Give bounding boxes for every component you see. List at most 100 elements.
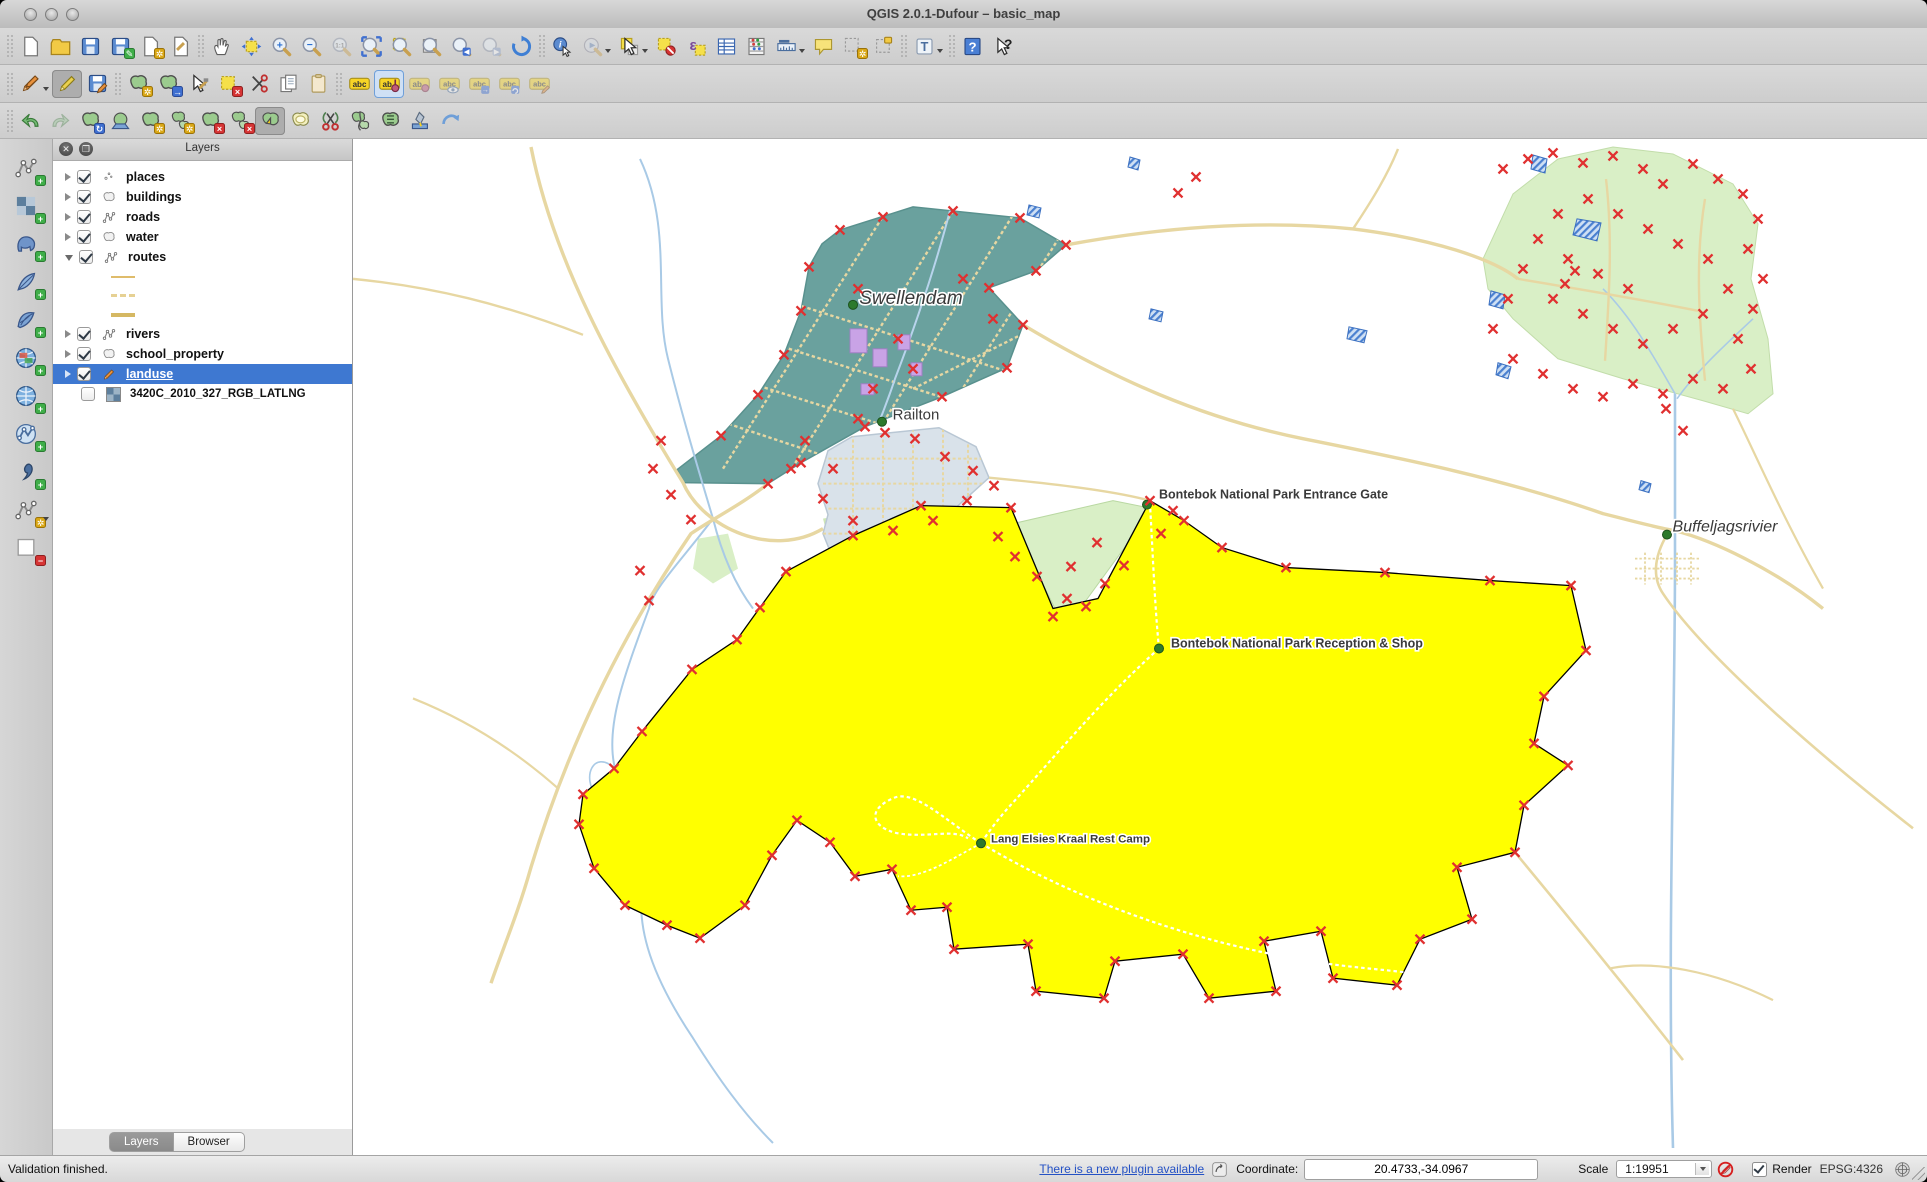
toolbar-handle[interactable] [538, 34, 545, 58]
layer-row-buildings[interactable]: buildings [53, 187, 352, 207]
remove-layer-button[interactable]: − [6, 529, 46, 567]
zoom-native-button[interactable]: 1:1 [326, 32, 356, 60]
layer-row-places[interactable]: places [53, 167, 352, 187]
add-postgis-layer-button[interactable]: + [6, 225, 46, 263]
layer-visibility-checkbox[interactable] [77, 210, 91, 224]
toolbar-handle[interactable] [6, 34, 13, 58]
title-bar[interactable]: QGIS 2.0.1-Dufour – basic_map [0, 0, 1927, 29]
zoom-last-button[interactable]: ◀ [446, 32, 476, 60]
label-layer-button[interactable]: abc [344, 70, 374, 98]
zoom-to-selection-button[interactable] [386, 32, 416, 60]
toolbar-handle[interactable] [948, 34, 955, 58]
tab-layers[interactable]: Layers [109, 1132, 174, 1152]
layer-visibility-checkbox[interactable] [77, 170, 91, 184]
deselect-features-button[interactable] [651, 32, 681, 60]
paste-features-button[interactable] [303, 70, 333, 98]
help-contents-button[interactable]: ? [957, 32, 987, 60]
layer-visibility-checkbox[interactable] [77, 367, 91, 381]
composer-manager-button[interactable] [165, 32, 195, 60]
current-edits-button[interactable] [15, 70, 45, 98]
layer-row-routes[interactable]: routes [53, 247, 352, 267]
whats-this-button[interactable]: ? [987, 32, 1017, 60]
copy-features-button[interactable] [273, 70, 303, 98]
map-tips-button[interactable] [808, 32, 838, 60]
add-part-button[interactable]: ✲ [165, 107, 195, 135]
open-attribute-table-button[interactable] [711, 32, 741, 60]
scale-dropdown-icon[interactable] [1695, 1163, 1709, 1175]
layer-row-roads[interactable]: roads [53, 207, 352, 227]
add-spatialite-layer-button[interactable]: + [6, 263, 46, 301]
expand-arrow-icon[interactable] [65, 330, 71, 338]
run-feature-action-button[interactable] [577, 32, 607, 60]
toolbar-handle[interactable] [335, 72, 342, 96]
save-project-as-button[interactable]: ✎ [105, 32, 135, 60]
zoom-next-button[interactable]: ▶ [476, 32, 506, 60]
cut-features-button[interactable] [243, 70, 273, 98]
rotate-label-button[interactable]: abc [494, 70, 524, 98]
highlight-pinned-labels-button[interactable]: ab [404, 70, 434, 98]
move-label-button[interactable]: abc→ [464, 70, 494, 98]
layer-visibility-checkbox[interactable] [77, 327, 91, 341]
select-by-expression-button[interactable]: ε [681, 32, 711, 60]
layer-row-rivers[interactable]: rivers [53, 324, 352, 344]
offset-curve-button[interactable] [435, 107, 465, 135]
expand-arrow-icon[interactable] [65, 193, 71, 201]
toolbar-handle[interactable] [114, 72, 121, 96]
add-feature-button[interactable]: ✲ [123, 70, 153, 98]
save-layer-edits-button[interactable] [82, 70, 112, 98]
undo-button[interactable] [15, 107, 45, 135]
layer-row-raster[interactable]: 3420C_2010_327_RGB_LATLNG [53, 384, 352, 404]
text-annotation-button[interactable]: T [909, 32, 939, 60]
expand-arrow-icon[interactable] [65, 213, 71, 221]
layers-panel-header[interactable]: ✕ ❐ Layers [53, 139, 352, 161]
change-label-properties-button[interactable]: abc [524, 70, 554, 98]
rotate-feature-button[interactable]: ↻ [75, 107, 105, 135]
node-tool-button[interactable] [183, 70, 213, 98]
measure-button[interactable] [771, 32, 801, 60]
pan-to-selection-button[interactable] [236, 32, 266, 60]
stop-render-icon[interactable] [1716, 1160, 1734, 1178]
map-canvas[interactable]: Swellendam Railton Bontebok National Par… [353, 139, 1927, 1155]
offset-point-symbols-button[interactable] [405, 107, 435, 135]
zoom-out-button[interactable]: − [296, 32, 326, 60]
identify-features-button[interactable]: i [547, 32, 577, 60]
plugin-link[interactable]: There is a new plugin available [1039, 1162, 1204, 1176]
resize-grip[interactable] [1912, 1167, 1925, 1180]
layer-visibility-checkbox[interactable] [77, 190, 91, 204]
plugin-icon[interactable] [1210, 1160, 1228, 1178]
new-bookmark-button[interactable]: ✲ [838, 32, 868, 60]
zoom-in-button[interactable]: + [266, 32, 296, 60]
reshape-features-button[interactable] [255, 107, 285, 135]
layer-row-landuse[interactable]: landuse [53, 364, 352, 384]
expand-arrow-icon[interactable] [65, 350, 71, 358]
merge-features-button[interactable] [375, 107, 405, 135]
zoom-to-layer-button[interactable] [416, 32, 446, 60]
layer-row-water[interactable]: water [53, 227, 352, 247]
refresh-map-button[interactable] [506, 32, 536, 60]
coordinate-input[interactable] [1304, 1159, 1538, 1180]
zoom-full-button[interactable] [356, 32, 386, 60]
save-project-button[interactable] [75, 32, 105, 60]
add-wfs-layer-button[interactable]: + [6, 415, 46, 453]
layer-visibility-checkbox[interactable] [81, 387, 95, 401]
layer-visibility-checkbox[interactable] [79, 250, 93, 264]
open-project-button[interactable] [45, 32, 75, 60]
delete-ring-button[interactable]: × [195, 107, 225, 135]
tab-browser[interactable]: Browser [174, 1132, 245, 1152]
new-shapefile-layer-button[interactable]: ✲ [6, 491, 46, 529]
add-wcs-layer-button[interactable]: + [6, 377, 46, 415]
add-wms-layer-button[interactable]: + [6, 339, 46, 377]
delete-selected-button[interactable]: × [213, 70, 243, 98]
pan-map-button[interactable] [206, 32, 236, 60]
toolbar-handle[interactable] [900, 34, 907, 58]
expand-arrow-icon[interactable] [65, 173, 71, 181]
simplify-feature-button[interactable] [105, 107, 135, 135]
crs-globe-icon[interactable] [1893, 1160, 1911, 1178]
show-bookmarks-button[interactable] [868, 32, 898, 60]
toolbar-handle[interactable] [6, 72, 13, 96]
layer-visibility-checkbox[interactable] [77, 347, 91, 361]
add-raster-layer-button[interactable]: + [6, 187, 46, 225]
toolbar-handle[interactable] [6, 109, 13, 133]
pin-unpin-labels-button[interactable]: ab [374, 70, 404, 98]
render-checkbox[interactable] [1752, 1162, 1767, 1177]
